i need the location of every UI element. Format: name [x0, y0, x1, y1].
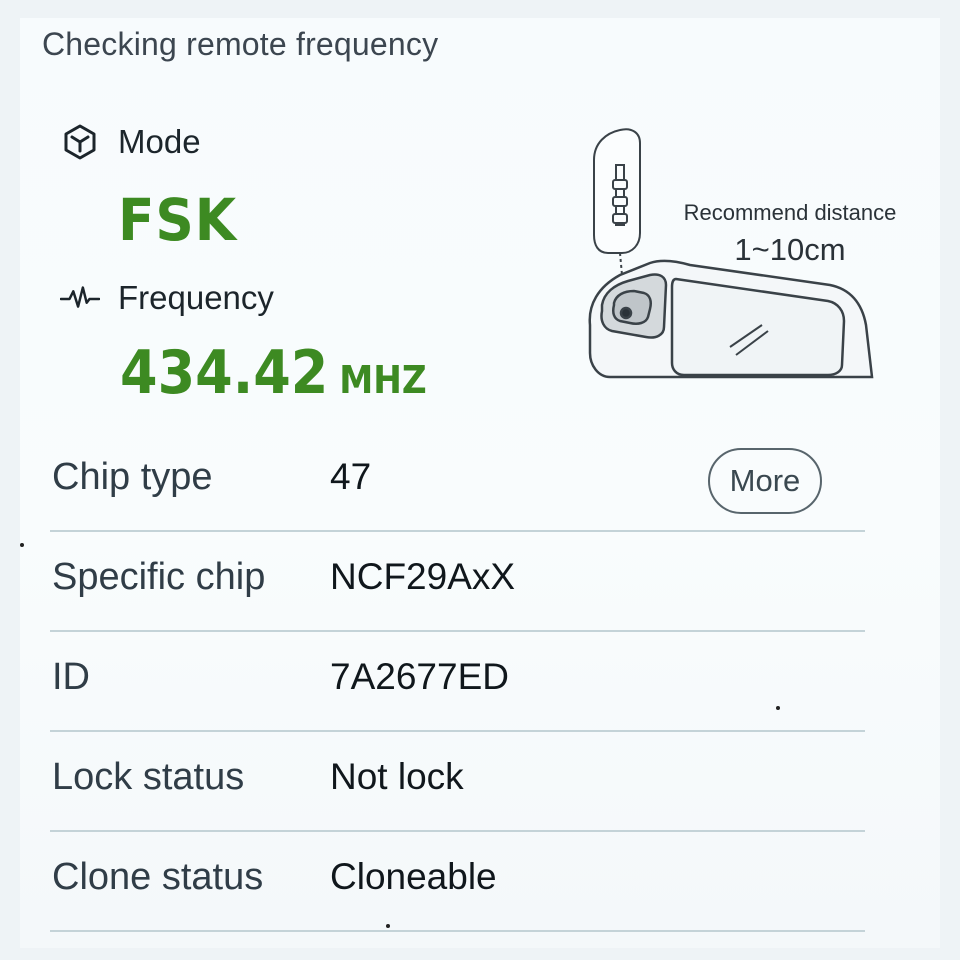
frequency-label: Frequency [118, 279, 274, 316]
id-value: 7A2677ED [330, 656, 509, 697]
page-title: Checking remote frequency [42, 26, 439, 62]
table-row: ID 7A2677ED [50, 632, 865, 732]
frequency-number: 434.42 [120, 338, 329, 408]
chip-info-table: Chip type 47 More Specific chip NCF29AxX… [50, 432, 865, 932]
screen-speck [776, 706, 780, 710]
programmer-device-icon [588, 259, 874, 379]
frequency-row: Frequency [60, 278, 274, 318]
key-fob-icon [593, 128, 641, 276]
waveform-icon [60, 278, 100, 318]
frequency-value: 434.42 MHZ [120, 338, 427, 408]
lock-status-label: Lock status [52, 756, 245, 798]
recommend-distance-value: 1~10cm [734, 232, 846, 267]
table-row: Clone status Cloneable [50, 832, 865, 932]
table-row: Lock status Not lock [50, 732, 865, 832]
screen-speck [386, 924, 390, 928]
clone-status-label: Clone status [52, 856, 264, 898]
table-row: Chip type 47 More [50, 432, 865, 532]
chip-type-value: 47 [330, 456, 372, 497]
chip-type-label: Chip type [52, 456, 213, 498]
clone-status-value: Cloneable [330, 856, 497, 897]
specific-chip-value: NCF29AxX [330, 556, 516, 597]
lock-status-value: Not lock [330, 756, 464, 797]
id-label: ID [52, 656, 90, 698]
mode-label: Mode [118, 123, 201, 160]
more-button[interactable]: More [708, 448, 822, 514]
recommend-distance-label: Recommend distance [683, 200, 897, 225]
table-row: Specific chip NCF29AxX [50, 532, 865, 632]
mode-row: Mode [60, 122, 201, 162]
cube-icon [60, 122, 100, 162]
screen-speck [20, 543, 24, 547]
mode-value: FSK [118, 186, 237, 254]
specific-chip-label: Specific chip [52, 556, 266, 598]
frequency-unit: MHZ [339, 358, 427, 402]
recommend-distance: Recommend distance 1~10cm [664, 200, 916, 268]
